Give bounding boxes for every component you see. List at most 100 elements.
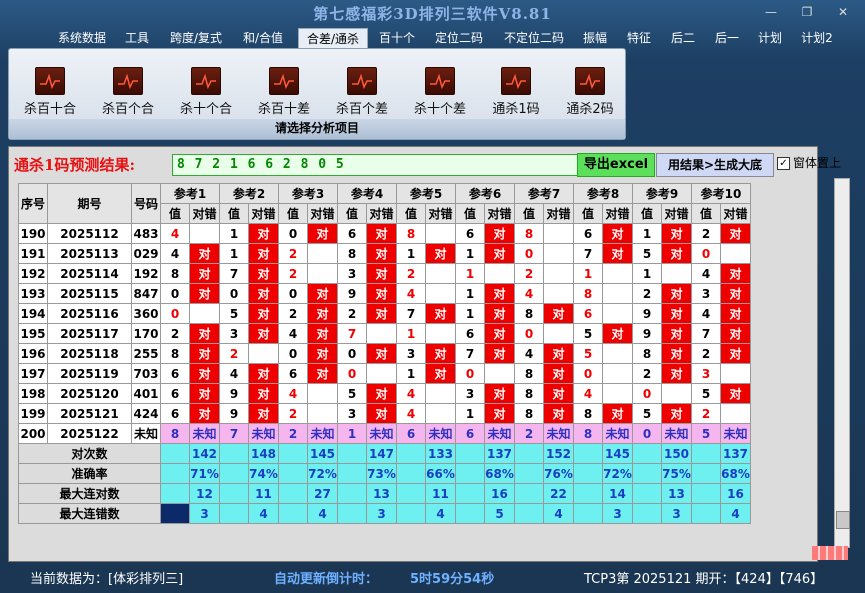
- menu-item-dingwei[interactable]: 定位二码: [428, 28, 490, 48]
- current-data-label: 当前数据为：[体彩排列三]: [30, 572, 184, 587]
- ribbon-button-label: 杀百个合: [101, 102, 154, 117]
- scrollbar-thumb[interactable]: [836, 511, 850, 529]
- menu-item-jihua[interactable]: 计划: [752, 28, 788, 48]
- menu-item-span[interactable]: 跨度/复式: [164, 28, 228, 48]
- stats-value: 4: [248, 503, 279, 524]
- table-row[interactable]: 199 2025121 424 6 对 9 对 2 3 对 4 1 对 8 对 8 对 5 对 2: [18, 403, 751, 424]
- cell-miss: [543, 263, 574, 284]
- ribbon-button-7[interactable]: 通杀1码: [481, 67, 551, 117]
- export-excel-button[interactable]: 导出excel: [577, 153, 655, 177]
- cell-hit: 对: [248, 403, 279, 424]
- stats-spacer: [573, 503, 603, 524]
- app-window: 第七感福彩3D排列三软件V8.81 — ❐ ✕ 系统数据 工具 跨度/复式 和/…: [0, 0, 865, 593]
- table-row[interactable]: 195 2025117 170 2 对 3 对 4 对 7 1 6 对 0 5 对 9 对 7 对: [18, 323, 751, 344]
- header-ref-7: 参考7: [514, 183, 574, 204]
- table-row[interactable]: 193 2025115 847 0 对 0 对 0 对 9 对 4 1 对 4 8 2 对 3 对: [18, 283, 751, 304]
- chart-icon: [575, 67, 605, 95]
- table-row[interactable]: 191 2025113 029 4 对 1 对 2 8 对 1 对 1 对 0 7 对 5 对 0: [18, 243, 751, 264]
- cell-unknown: 未知: [602, 423, 633, 444]
- stats-row: 准确率 71% 74% 72% 73% 66% 68% 76% 72% 75% 68%: [18, 463, 751, 484]
- menu-item-houer[interactable]: 后二: [666, 28, 700, 48]
- menu-item-houyi[interactable]: 后一: [708, 28, 746, 48]
- cell-value: 2: [396, 263, 426, 284]
- cell-hit: 对: [189, 403, 220, 424]
- cell-value: 6: [573, 303, 603, 324]
- stats-spacer: [573, 483, 603, 504]
- cell-hit: 对: [661, 403, 692, 424]
- table-row[interactable]: 194 2025116 360 0 5 对 2 对 2 对 7 对 1 对 8 对 6 9 对 4 对: [18, 303, 751, 324]
- ribbon-button-label: 杀十个合: [179, 102, 232, 117]
- cell-hit: 对: [366, 303, 397, 324]
- topmost-checkbox[interactable]: ✓: [777, 157, 790, 170]
- stats-value: 3: [366, 503, 397, 524]
- menu-item-hecha[interactable]: 合差/通杀: [298, 28, 368, 49]
- ribbon-button-8[interactable]: 通杀2码: [555, 67, 625, 117]
- stats-value: 5: [484, 503, 515, 524]
- stats-value: 16: [484, 483, 515, 504]
- ribbon-button-6[interactable]: 杀十个差: [405, 67, 475, 117]
- cell-miss: [248, 343, 279, 364]
- pending-row[interactable]: 200 2025122 未知 8 未知 7 未知 2 未知 1 未知 6 未知 6 未知 2 未知 8 未知 0 未知 5…: [18, 423, 751, 444]
- cell-value: 4: [514, 343, 544, 364]
- cell-hit: 对: [720, 263, 751, 284]
- menu-item-sum[interactable]: 和/合值: [236, 28, 290, 48]
- ribbon-button-4[interactable]: 杀百十差: [249, 67, 319, 117]
- progress-indicator: [812, 546, 848, 560]
- cell-hit: 对: [484, 323, 515, 344]
- cell-hit: 对: [366, 263, 397, 284]
- minimize-icon[interactable]: —: [760, 4, 782, 20]
- stats-value: 13: [661, 483, 692, 504]
- cell-value: 5: [573, 343, 603, 364]
- menu-item-tools[interactable]: 工具: [118, 28, 156, 48]
- header-ref-9: 参考9: [632, 183, 692, 204]
- generate-base-button[interactable]: 用结果>生成大底: [656, 153, 774, 177]
- cell-miss: [366, 363, 397, 384]
- menu-item-system-data[interactable]: 系统数据: [52, 28, 112, 48]
- stats-spacer: [219, 483, 249, 504]
- stats-spacer: [632, 483, 662, 504]
- stats-spacer: [278, 503, 308, 524]
- table-row[interactable]: 196 2025118 255 8 对 2 0 对 0 对 3 对 7 对 4 对 5 8 对 2 对: [18, 343, 751, 364]
- prediction-result-field[interactable]: 8 7 2 1 6 6 2 8 0 5: [172, 154, 578, 176]
- cell-value: 0: [278, 223, 308, 244]
- cell-code: 847: [131, 283, 161, 304]
- table-row[interactable]: 197 2025119 703 6 对 4 对 6 对 0 1 对 0 8 对 0 2 对 3: [18, 363, 751, 384]
- ribbon-button-3[interactable]: 杀十个合: [171, 67, 241, 117]
- ribbon-footer: 请选择分析项目: [9, 119, 625, 139]
- stats-value: 13: [366, 483, 397, 504]
- cell-value: 3: [691, 283, 721, 304]
- cell-hit: 对: [543, 363, 574, 384]
- menu-item-zhenfu[interactable]: 振幅: [578, 28, 612, 48]
- maximize-icon[interactable]: ❐: [796, 4, 818, 20]
- cell-period: 2025121: [47, 403, 132, 424]
- cell-miss: [425, 283, 456, 304]
- stats-spacer: [632, 503, 662, 524]
- ribbon-button-2[interactable]: 杀百个合: [93, 67, 163, 117]
- ribbon-button-1[interactable]: 杀百十合: [15, 67, 85, 117]
- stats-spacer: [514, 443, 544, 464]
- cell-miss: [720, 363, 751, 384]
- cell-period: 2025112: [47, 223, 132, 244]
- cell-hit: 对: [543, 383, 574, 404]
- cell-value: 6: [160, 383, 190, 404]
- vertical-scrollbar[interactable]: [834, 178, 850, 548]
- menu-item-baishige[interactable]: 百十个: [374, 28, 420, 48]
- table-row[interactable]: 192 2025114 192 8 对 7 对 2 3 对 2 1 2 1 1 4 对: [18, 263, 751, 284]
- cell-hit: 对: [307, 363, 338, 384]
- cell-value: 1: [219, 223, 249, 244]
- topmost-toggle[interactable]: ✓ 窗体置上: [777, 154, 841, 171]
- close-icon[interactable]: ✕: [832, 4, 854, 20]
- ribbon-button-5[interactable]: 杀百个差: [327, 67, 397, 117]
- menu-item-tezheng[interactable]: 特征: [620, 28, 658, 48]
- cell-unknown: 未知: [307, 423, 338, 444]
- stats-value: 4: [543, 503, 574, 524]
- cell-value: 8: [160, 343, 190, 364]
- table-row[interactable]: 198 2025120 401 6 对 9 对 4 5 对 4 3 对 8 对 4 0 5 对: [18, 383, 751, 404]
- cell-miss: [602, 303, 633, 324]
- menu-item-jihua2[interactable]: 计划2: [796, 28, 838, 48]
- cell-value: 8: [514, 403, 544, 424]
- table-row[interactable]: 190 2025112 483 4 1 对 0 对 6 对 8 6 对 8 6 对 1 对 2 对: [18, 223, 751, 244]
- stats-value: 148: [248, 443, 279, 464]
- cell-value: 4: [396, 283, 426, 304]
- menu-item-budingwei[interactable]: 不定位二码: [498, 28, 570, 48]
